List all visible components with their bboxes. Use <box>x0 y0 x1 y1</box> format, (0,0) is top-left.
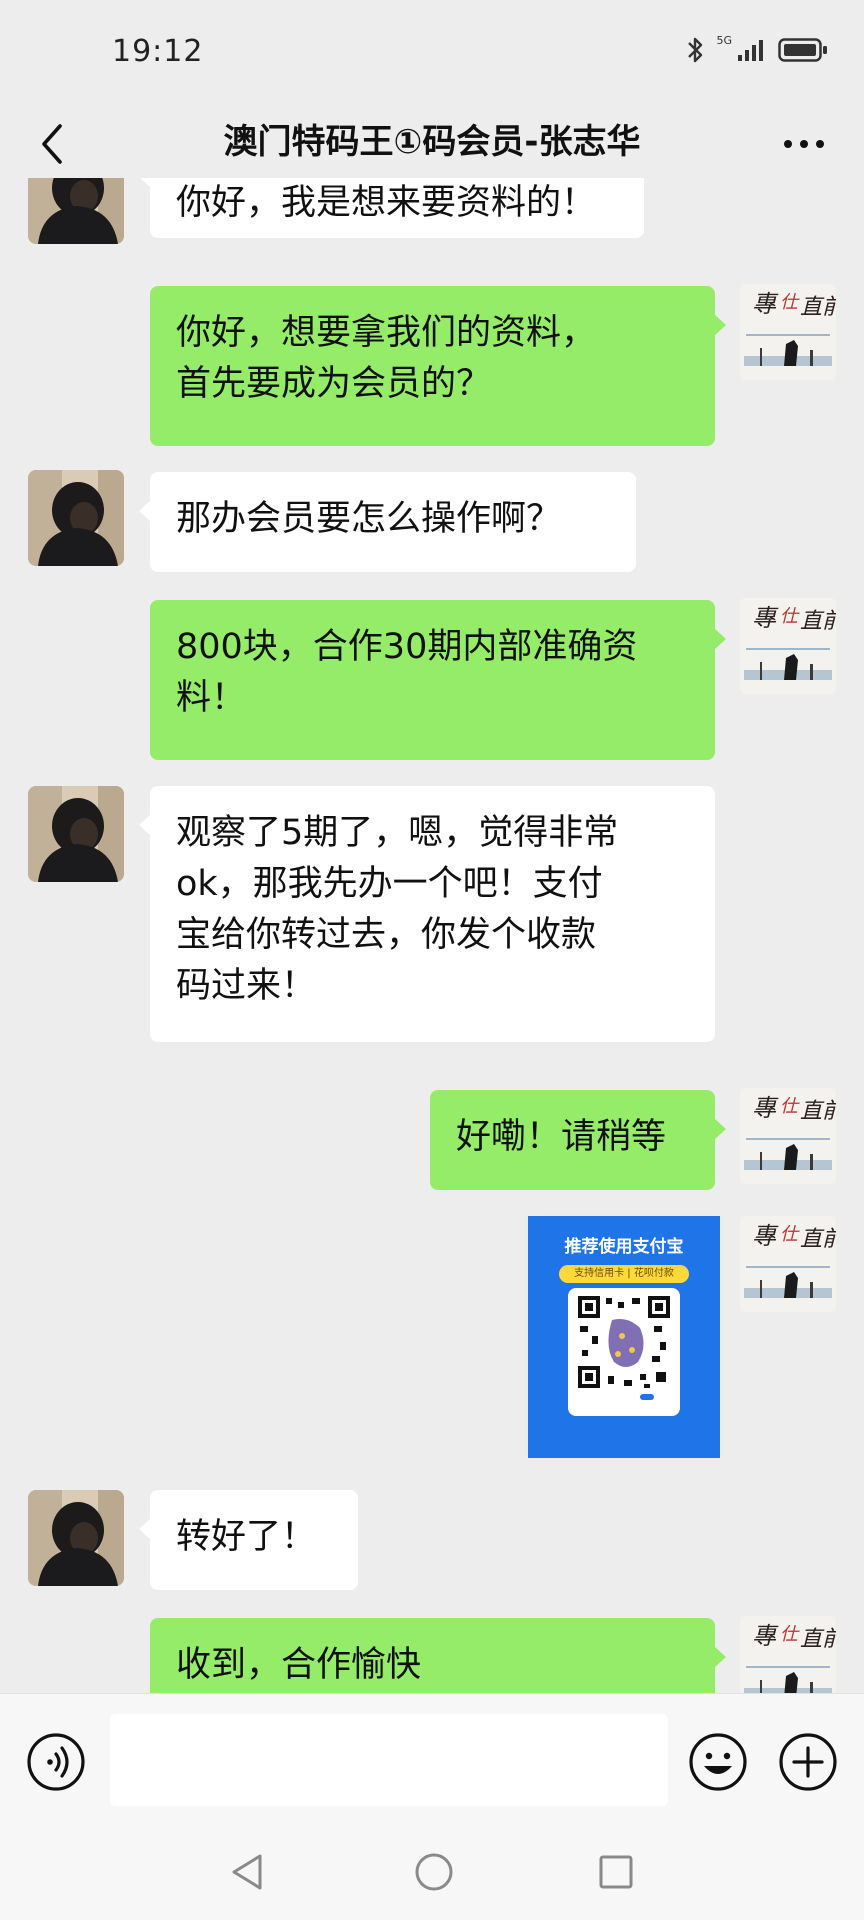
status-bar: 19:12 5G <box>0 0 864 100</box>
message-input[interactable] <box>110 1714 668 1806</box>
contact-avatar[interactable] <box>28 786 124 882</box>
message-bubble[interactable]: 你好，想要拿我们的资料， 首先要成为会员的？ <box>150 286 726 446</box>
message-bubble[interactable]: 转好了！ <box>139 1490 358 1590</box>
contact-avatar[interactable] <box>28 1490 124 1586</box>
signal-icon <box>738 40 763 61</box>
qr-title: 推荐使用支付宝 <box>564 1237 684 1257</box>
qr-subtitle: 支持信用卡 | 花呗付款 <box>559 1265 689 1283</box>
message-bubble[interactable]: 好嘞！请稍等 <box>430 1090 726 1190</box>
input-bar <box>0 1693 864 1826</box>
nav-back-icon[interactable] <box>226 1850 266 1894</box>
qr-code <box>578 1296 670 1400</box>
voice-icon[interactable] <box>24 1730 88 1794</box>
my-avatar[interactable] <box>740 284 836 380</box>
more-icon[interactable] <box>780 124 828 164</box>
my-avatar[interactable] <box>740 1216 836 1312</box>
my-avatar[interactable] <box>740 1088 836 1184</box>
status-icons: 5G <box>686 33 828 64</box>
bluetooth-icon <box>688 37 703 63</box>
system-nav-bar <box>0 1826 864 1920</box>
battery-icon <box>778 38 827 62</box>
plus-icon[interactable] <box>776 1730 840 1794</box>
message-bubble[interactable]: 观察了5期了，嗯，觉得非常 ok，那我先办一个吧！支付 宝给你转过去，你发个收款… <box>139 786 715 1042</box>
contact-avatar[interactable] <box>28 470 124 566</box>
my-avatar[interactable] <box>740 598 836 694</box>
emoji-icon[interactable] <box>686 1730 750 1794</box>
message-bubble[interactable]: 800块，合作30期内部准确资 料！ <box>150 600 726 760</box>
status-time: 19:12 <box>112 34 204 69</box>
chat-title: 澳门特码王①码会员-张志华 <box>223 122 641 162</box>
message-bubble[interactable]: 那办会员要怎么操作啊？ <box>139 472 636 572</box>
network-label: 5G <box>716 33 732 47</box>
qr-code-box <box>568 1288 680 1416</box>
message-bubble[interactable]: 收到，合作愉快 <box>150 1618 726 1693</box>
chat-header: 澳门特码王①码会员-张志华 <box>0 100 864 188</box>
payment-qr-image[interactable]: 推荐使用支付宝 支持信用卡 | 花呗付款 <box>528 1216 720 1458</box>
my-avatar[interactable] <box>740 1616 836 1693</box>
nav-home-icon[interactable] <box>412 1850 456 1894</box>
message-bubble[interactable]: 你好，我是想来要资料的！ <box>139 178 644 238</box>
contact-avatar[interactable] <box>28 178 124 244</box>
chat-area[interactable]: 你好，我是想来要资料的！ 你好，想要拿我们的资料， 首先要成为会员的？ 那办会员… <box>0 178 864 1693</box>
nav-recent-icon[interactable] <box>596 1852 636 1892</box>
